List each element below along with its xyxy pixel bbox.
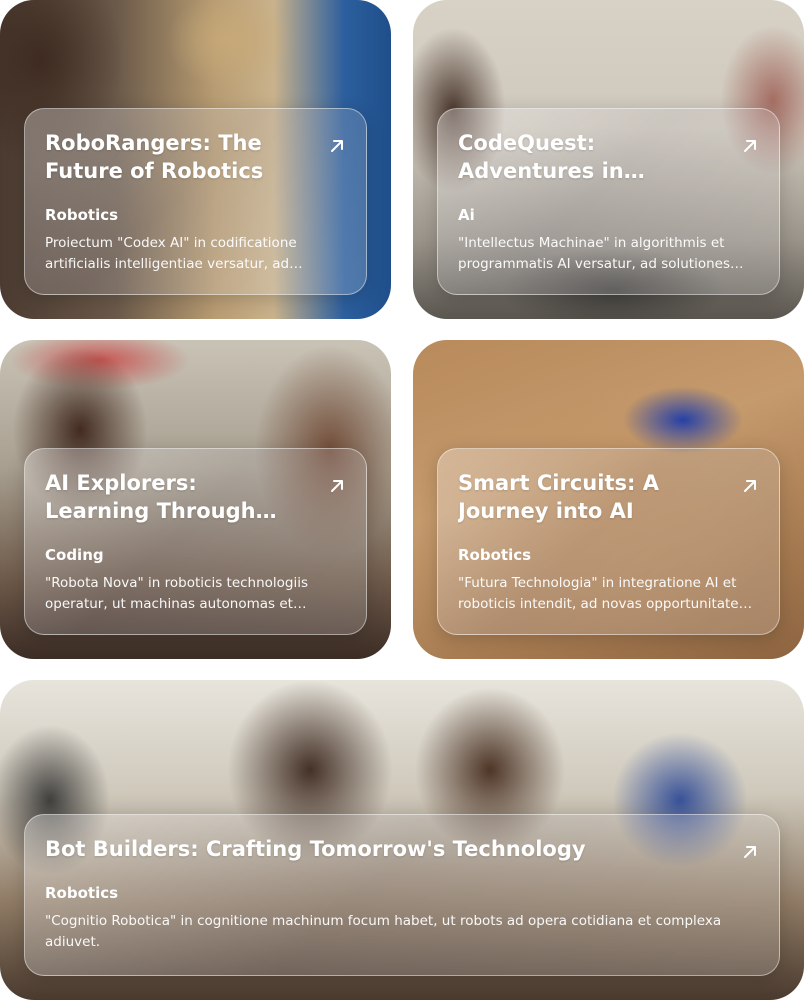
card-title: CodeQuest: Adventures in Programming bbox=[458, 131, 624, 183]
card-info-panel: RoboRangers: The Future of Robotics Robo… bbox=[24, 108, 367, 295]
project-card-ai-explorers[interactable]: AI Explorers: Learning Through Innovatio… bbox=[0, 340, 391, 659]
card-category: Robotics bbox=[45, 884, 119, 902]
card-category: Robotics bbox=[458, 546, 532, 564]
card-info-panel: CodeQuest: Adventures in Programming Ai … bbox=[437, 108, 780, 295]
project-card-bot-builders[interactable]: Bot Builders: Crafting Tomorrow's Techno… bbox=[0, 680, 804, 1000]
card-category: Robotics bbox=[45, 206, 119, 224]
arrow-up-right-icon[interactable] bbox=[328, 137, 346, 155]
card-description: "Futura Technologia" in integratione AI … bbox=[458, 575, 746, 612]
card-info-panel: AI Explorers: Learning Through Innovatio… bbox=[24, 448, 367, 635]
card-description: Proiectum "Codex AI" in codificatione ar… bbox=[45, 235, 297, 272]
card-description: "Intellectus Machinae" in algorithmis et… bbox=[458, 235, 730, 272]
arrow-up-right-icon[interactable] bbox=[741, 137, 759, 155]
card-title: Smart Circuits: A Journey into AI bbox=[458, 471, 659, 523]
card-info-panel: Smart Circuits: A Journey into AI Roboti… bbox=[437, 448, 780, 635]
project-card-codequest[interactable]: CodeQuest: Adventures in Programming Ai … bbox=[413, 0, 804, 319]
card-description: "Cognitio Robotica" in cognitione machin… bbox=[45, 913, 722, 950]
project-card-roborangers[interactable]: RoboRangers: The Future of Robotics Robo… bbox=[0, 0, 391, 319]
card-description: "Robota Nova" in roboticis technologiis … bbox=[45, 575, 309, 612]
card-title: AI Explorers: Learning Through Innovatio… bbox=[45, 471, 256, 523]
card-title: Bot Builders: Crafting Tomorrow's Techno… bbox=[45, 837, 586, 861]
arrow-up-right-icon[interactable] bbox=[741, 477, 759, 495]
card-category: Ai bbox=[458, 206, 475, 224]
card-category: Coding bbox=[45, 546, 104, 564]
arrow-up-right-icon[interactable] bbox=[328, 477, 346, 495]
arrow-up-right-icon[interactable] bbox=[741, 843, 759, 861]
card-title: RoboRangers: The Future of Robotics bbox=[45, 131, 264, 183]
card-info-panel: Bot Builders: Crafting Tomorrow's Techno… bbox=[24, 814, 780, 976]
project-card-smart-circuits[interactable]: Smart Circuits: A Journey into AI Roboti… bbox=[413, 340, 804, 659]
